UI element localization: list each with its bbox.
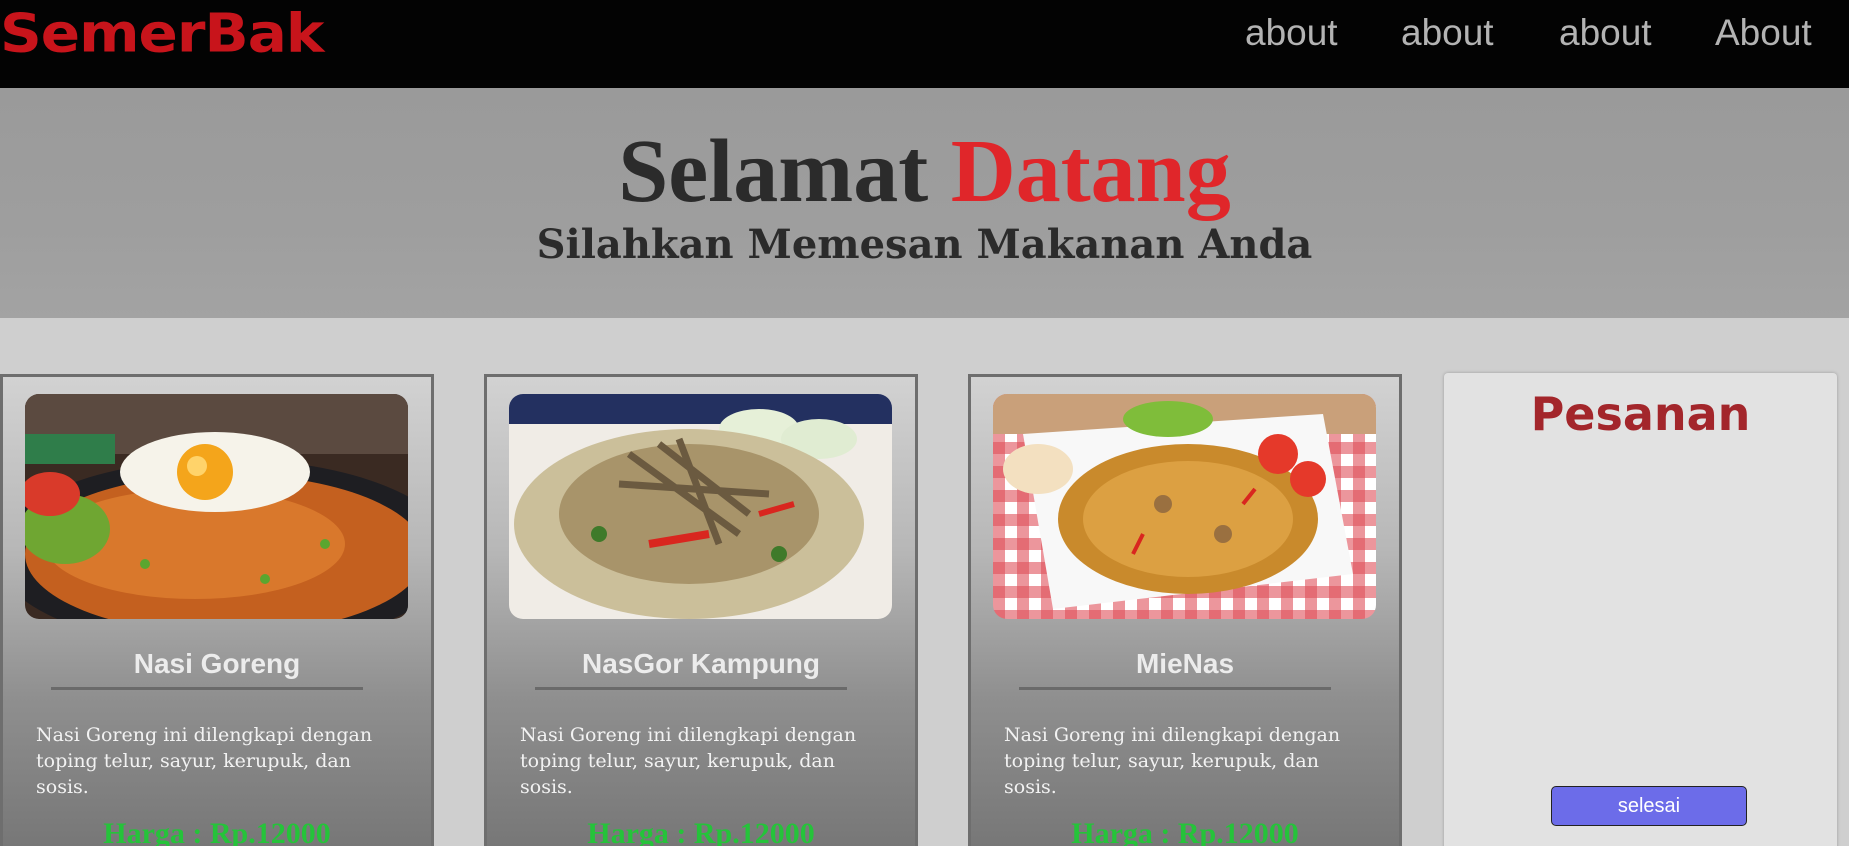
menu-item-price: Harga : Rp.12000 [1071, 817, 1299, 846]
hero-banner: Selamat Datang Silahkan Memesan Makanan … [0, 88, 1849, 318]
brand-logo[interactable]: SemerBak [0, 2, 324, 65]
menu-card-nasi-goreng[interactable]: Nasi Goreng Nasi Goreng ini dilengkapi d… [0, 374, 434, 846]
menu-item-description: Nasi Goreng ini dilengkapi dengan toping… [520, 724, 857, 798]
menu-item-description: Nasi Goreng ini dilengkapi dengan toping… [1004, 724, 1341, 798]
nav-link-about-4[interactable]: About [1715, 12, 1812, 54]
selesai-button[interactable]: selesai [1551, 786, 1747, 826]
order-panel: Pesanan selesai [1444, 373, 1837, 846]
nasi-goreng-photo-icon [25, 394, 408, 619]
hero-title-main: Selamat [618, 122, 929, 221]
menu-item-description: Nasi Goreng ini dilengkapi dengan toping… [36, 724, 373, 798]
menu-item-price: Harga : Rp.12000 [103, 817, 331, 846]
card-divider [1019, 687, 1331, 690]
mienas-photo-icon [993, 394, 1376, 619]
card-divider [51, 687, 363, 690]
nav-link-about-1[interactable]: about [1245, 12, 1338, 54]
nav-link-about-2[interactable]: about [1401, 12, 1494, 54]
card-divider [535, 687, 847, 690]
menu-item-name: Nasi Goreng [133, 648, 301, 679]
menu-item-price: Harga : Rp.12000 [587, 817, 815, 846]
menu-item-name: MieNas [1135, 648, 1235, 679]
order-title: Pesanan [1530, 387, 1751, 441]
nav-link-about-3[interactable]: about [1559, 12, 1652, 54]
nasgor-kampung-photo-icon [509, 394, 892, 619]
hero-subtitle: Silahkan Memesan Makanan Anda [536, 221, 1313, 268]
hero-title: Selamat Datang [0, 122, 1849, 222]
navbar: SemerBak about about about About [0, 0, 1849, 88]
menu-card-nasgor-kampung[interactable]: NasGor Kampung Nasi Goreng ini dilengkap… [484, 374, 918, 846]
hero-title-accent: Datang [950, 122, 1231, 221]
menu-card-mienas[interactable]: MieNas Nasi Goreng ini dilengkapi dengan… [968, 374, 1402, 846]
menu-item-name: NasGor Kampung [581, 648, 821, 679]
